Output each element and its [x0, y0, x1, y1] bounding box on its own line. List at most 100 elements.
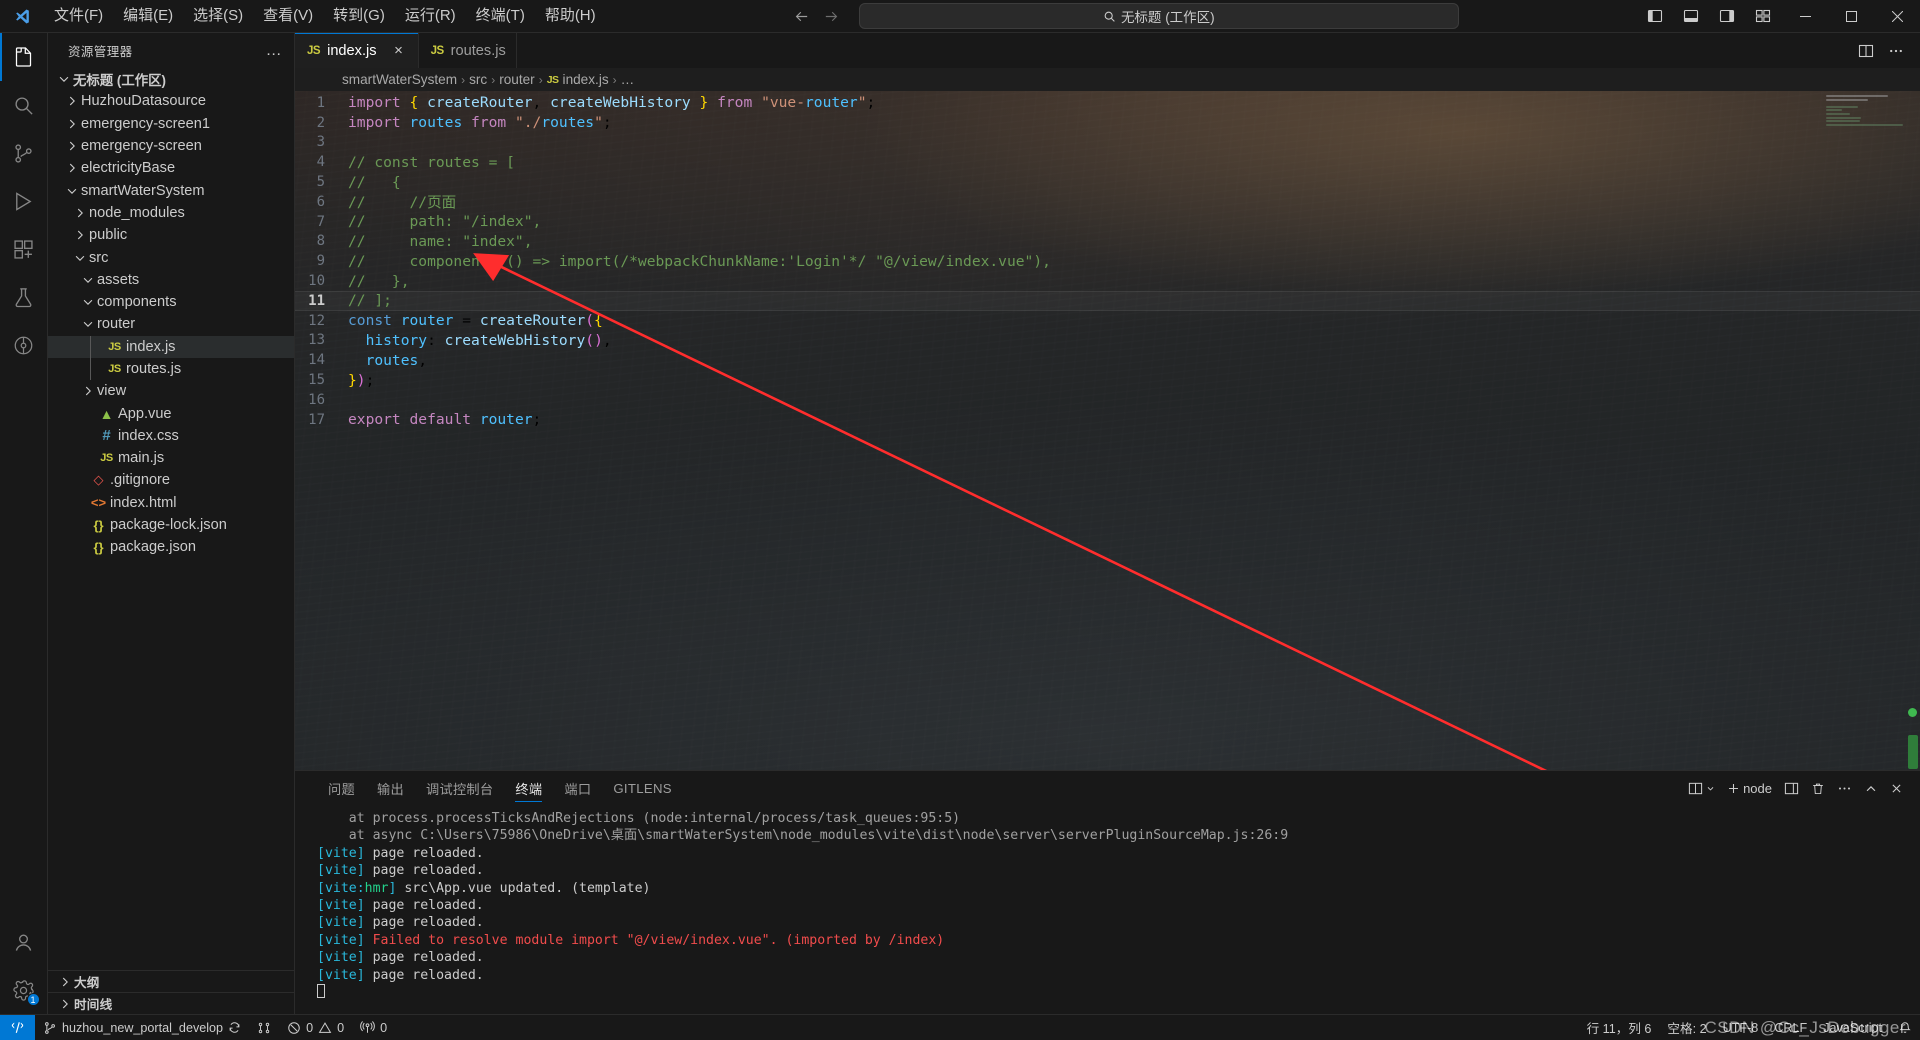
split-editor-icon[interactable]	[1852, 36, 1880, 66]
code-line-8[interactable]: 8 // name: "index",	[295, 232, 1920, 252]
tree-item-smartwatersystem[interactable]: smartWaterSystem	[48, 179, 294, 201]
status-branch[interactable]: huzhou_new_portal_develop	[35, 1015, 249, 1040]
chevron-right-icon[interactable]	[72, 206, 88, 220]
status-encoding[interactable]: UTF-8	[1715, 1015, 1767, 1040]
menu-terminal[interactable]: 终端(T)	[467, 3, 534, 29]
tree-item-components[interactable]: components	[48, 291, 294, 313]
breadcrumb-item-file[interactable]: index.js	[563, 72, 609, 87]
tab-index-js[interactable]: JS index.js ×	[295, 33, 419, 68]
close-panel-icon[interactable]	[1885, 776, 1908, 802]
activity-source-control[interactable]	[0, 129, 48, 177]
panel-tab-ports[interactable]: 端口	[553, 771, 602, 806]
activity-gitlens[interactable]	[0, 321, 48, 369]
tree-item-emergency-screen1[interactable]: emergency-screen1	[48, 113, 294, 135]
code-line-11[interactable]: 11 // ];	[295, 291, 1920, 311]
panel-tab-gitlens[interactable]: GITLENS	[602, 771, 683, 806]
activity-extensions[interactable]	[0, 225, 48, 273]
split-terminal-icon[interactable]	[1683, 776, 1720, 802]
code-line-9[interactable]: 9 // component: () => import(/*webpackChu…	[295, 251, 1920, 271]
chevron-right-icon[interactable]	[72, 228, 88, 242]
remote-window-indicator[interactable]	[0, 1014, 35, 1040]
activity-testing[interactable]	[0, 273, 48, 321]
status-ports[interactable]: 0	[352, 1015, 395, 1040]
code-line-6[interactable]: 6 // //页面	[295, 192, 1920, 212]
kill-terminal-icon[interactable]	[1806, 776, 1830, 802]
minimap[interactable]	[1826, 95, 1906, 135]
panel-tab-debug-console[interactable]: 调试控制台	[415, 771, 504, 806]
minimize-button[interactable]	[1782, 0, 1828, 33]
file-tree[interactable]: 无标题 (工作区) HuzhouDatasource emergency-scree…	[48, 68, 294, 970]
code-line-7[interactable]: 7 // path: "/index",	[295, 212, 1920, 232]
tab-close-icon[interactable]: ×	[390, 42, 408, 59]
sidebar-section-outline[interactable]: 大纲	[48, 970, 294, 992]
tree-item-.gitignore[interactable]: ◇ .gitignore	[48, 469, 294, 491]
toggle-panel-icon[interactable]	[1676, 3, 1706, 29]
command-center[interactable]: 无标题 (工作区)	[858, 3, 1459, 29]
chevron-down-icon[interactable]	[80, 317, 96, 331]
chevron-down-icon[interactable]	[80, 295, 96, 309]
tree-item-package.json[interactable]: {} package.json	[48, 536, 294, 558]
menu-selection[interactable]: 选择(S)	[184, 3, 252, 29]
menu-help[interactable]: 帮助(H)	[536, 3, 605, 29]
terminal-cursor[interactable]	[317, 984, 1920, 1001]
sidebar-more-actions-icon[interactable]: …	[260, 42, 288, 58]
menu-file[interactable]: 文件(F)	[45, 3, 112, 29]
tree-item-index.css[interactable]: # index.css	[48, 425, 294, 447]
terminal-layout-icon[interactable]	[1779, 776, 1804, 802]
editor-more-actions-icon[interactable]	[1882, 36, 1910, 66]
terminal-output[interactable]: at process.processTicksAndRejections (no…	[295, 806, 1920, 1014]
breadcrumb-item-project[interactable]: smartWaterSystem	[342, 72, 457, 87]
tree-item-index.html[interactable]: <> index.html	[48, 492, 294, 514]
chevron-right-icon[interactable]	[64, 161, 80, 175]
code-line-17[interactable]: 17 export default router;	[295, 410, 1920, 430]
code-editor[interactable]: 1 import { createRouter, createWebHistory…	[295, 91, 1920, 770]
back-button[interactable]	[787, 5, 817, 27]
activity-accounts[interactable]	[0, 918, 48, 966]
new-terminal-button[interactable]: node	[1722, 776, 1777, 802]
menu-bar[interactable]: 文件(F) 编辑(E) 选择(S) 查看(V) 转到(G) 运行(R) 终端(T…	[44, 0, 606, 32]
tree-item-emergency-screen[interactable]: emergency-screen	[48, 135, 294, 157]
forward-button[interactable]	[817, 5, 847, 27]
chevron-right-icon[interactable]	[64, 94, 80, 108]
menu-edit[interactable]: 编辑(E)	[114, 3, 182, 29]
status-git-changes[interactable]	[249, 1015, 279, 1040]
tree-item-package-lock.json[interactable]: {} package-lock.json	[48, 514, 294, 536]
panel-more-actions-icon[interactable]	[1832, 776, 1857, 802]
chevron-down-icon[interactable]	[80, 273, 96, 287]
tree-item-app.vue[interactable]: ▲ App.vue	[48, 402, 294, 424]
tab-routes-js[interactable]: JS routes.js	[418, 33, 517, 68]
chevron-right-icon[interactable]	[64, 117, 80, 131]
code-line-5[interactable]: 5 // {	[295, 172, 1920, 192]
activity-search[interactable]	[0, 81, 48, 129]
code-line-12[interactable]: 12 const router = createRouter({	[295, 311, 1920, 331]
tree-item-src[interactable]: src	[48, 246, 294, 268]
activity-run-and-debug[interactable]	[0, 177, 48, 225]
editor-scrollbar[interactable]	[1906, 91, 1920, 770]
panel-tab-terminal[interactable]: 终端	[504, 771, 553, 806]
toggle-primary-sidebar-icon[interactable]	[1640, 3, 1670, 29]
chevron-down-icon[interactable]	[72, 251, 88, 265]
customize-layout-icon[interactable]	[1748, 3, 1778, 29]
panel-tab-problems[interactable]: 问题	[317, 771, 366, 806]
tree-item-view[interactable]: view	[48, 380, 294, 402]
chevron-down-icon[interactable]	[64, 184, 80, 198]
status-language-mode[interactable]: JavaScript	[1815, 1015, 1890, 1040]
status-eol[interactable]: CRLF	[1766, 1015, 1815, 1040]
tree-item-assets[interactable]: assets	[48, 269, 294, 291]
tree-item-main.js[interactable]: JS main.js	[48, 447, 294, 469]
breadcrumb-item-src[interactable]: src	[469, 72, 487, 87]
tree-item-electricitybase[interactable]: electricityBase	[48, 157, 294, 179]
code-line-10[interactable]: 10 // },	[295, 271, 1920, 291]
activity-explorer[interactable]	[0, 33, 48, 81]
menu-go[interactable]: 转到(G)	[324, 3, 394, 29]
code-line-1[interactable]: 1 import { createRouter, createWebHistory…	[295, 93, 1920, 113]
activity-manage[interactable]: 1	[0, 966, 48, 1014]
menu-run[interactable]: 运行(R)	[396, 3, 465, 29]
maximize-button[interactable]	[1828, 0, 1874, 33]
code-line-14[interactable]: 14 routes,	[295, 350, 1920, 370]
chevron-down-icon[interactable]	[56, 72, 72, 86]
toggle-secondary-sidebar-icon[interactable]	[1712, 3, 1742, 29]
status-indentation[interactable]: 空格: 2	[1659, 1015, 1714, 1040]
code-content[interactable]: 1 import { createRouter, createWebHistory…	[295, 91, 1920, 430]
code-line-3[interactable]: 3	[295, 133, 1920, 153]
